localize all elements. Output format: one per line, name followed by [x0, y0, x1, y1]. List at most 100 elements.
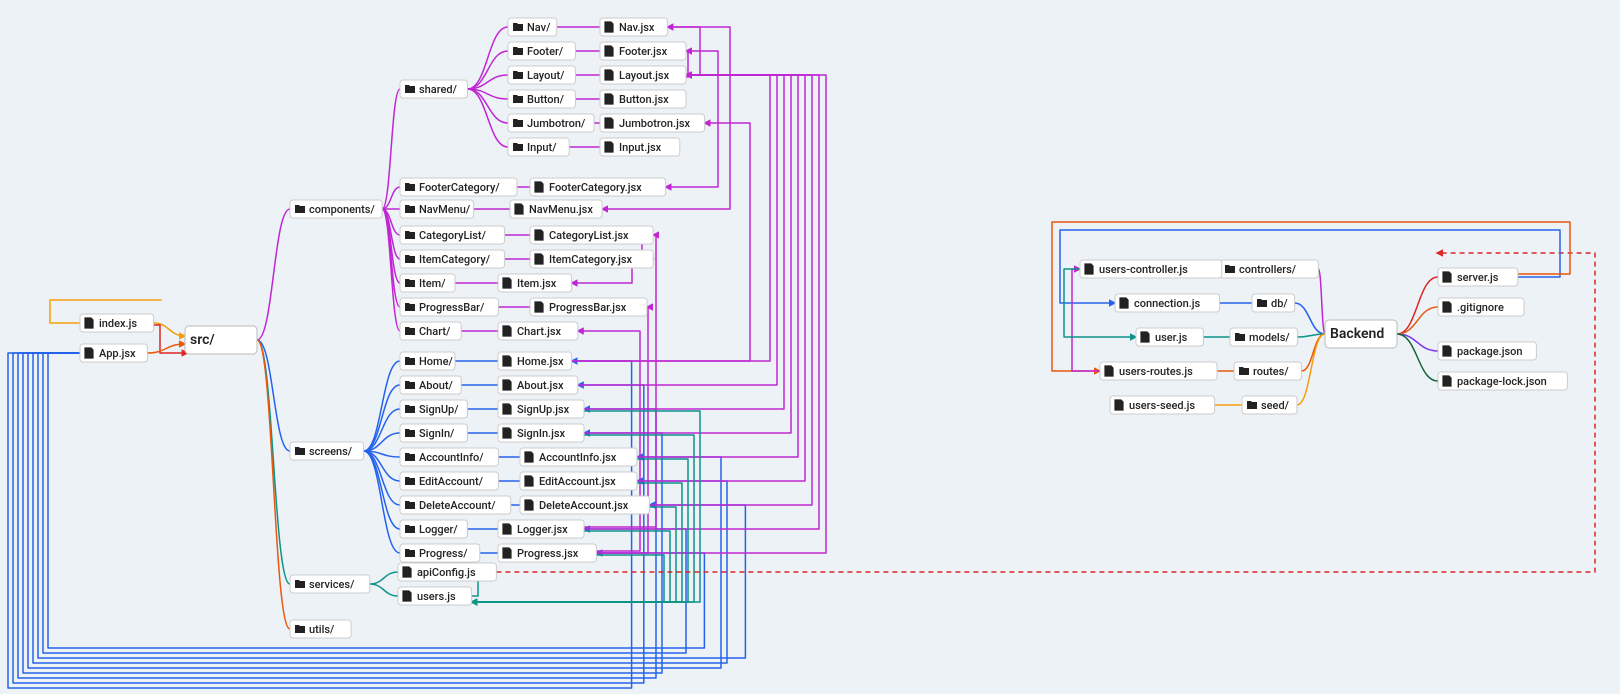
- node-navmenu: NavMenu/: [400, 200, 474, 218]
- file-icon: [535, 254, 543, 264]
- node-progressjsx: Progress.jsx: [498, 544, 596, 562]
- folder-icon: [513, 71, 523, 79]
- file-icon: [1085, 264, 1093, 274]
- node-button: Button/: [508, 90, 575, 108]
- node-chartjsx: Chart.jsx: [498, 322, 578, 340]
- file-icon: [1443, 346, 1451, 356]
- node-itemjsx: Item.jsx: [498, 274, 572, 292]
- folder-icon: [405, 327, 415, 335]
- node-button-label: Button/: [527, 93, 565, 106]
- file-icon: [503, 356, 511, 366]
- node-about: About/: [400, 376, 461, 394]
- node-usersjs-label: users.js: [417, 590, 456, 603]
- file-icon: [403, 591, 411, 601]
- node-seed-label: seed/: [1261, 399, 1290, 412]
- node-usersjs: users.js: [398, 587, 472, 605]
- file-icon: [605, 142, 613, 152]
- node-appjsx: App.jsx: [80, 344, 147, 362]
- folder-icon: [405, 405, 415, 413]
- folder-icon: [295, 205, 305, 213]
- file-icon: [403, 567, 411, 577]
- node-categorylist: CategoryList/: [400, 226, 505, 244]
- node-deleteaccount: DeleteAccount/: [400, 496, 511, 514]
- file-icon: [85, 348, 93, 358]
- folder-icon: [405, 381, 415, 389]
- folder-icon: [405, 525, 415, 533]
- folder-icon: [295, 580, 305, 588]
- node-footer: Footer/: [508, 42, 575, 60]
- file-icon: [1443, 376, 1451, 386]
- file-icon: [605, 70, 613, 80]
- node-packagejson: package.json: [1438, 342, 1536, 360]
- node-indexjs: index.js: [80, 314, 154, 332]
- node-chartjsx-label: Chart.jsx: [517, 325, 562, 338]
- folder-icon: [405, 429, 415, 437]
- node-seed: seed/: [1242, 396, 1297, 414]
- file-icon: [503, 428, 511, 438]
- node-layout: Layout/: [508, 66, 575, 84]
- node-services: services/: [290, 575, 370, 593]
- file-icon: [525, 452, 533, 462]
- file-icon: [503, 380, 511, 390]
- node-serverjs: server.js: [1438, 268, 1518, 286]
- node-serverjs-label: server.js: [1457, 271, 1499, 284]
- node-editaccount: EditAccount/: [400, 472, 498, 490]
- file-icon: [535, 302, 543, 312]
- node-backend-root: Backend: [1325, 320, 1397, 348]
- folder-icon: [405, 549, 415, 557]
- node-progressjsx-label: Progress.jsx: [517, 547, 579, 560]
- node-navjsx: Nav.jsx: [600, 18, 667, 36]
- node-usersseed: users-seed.js: [1110, 396, 1215, 414]
- node-components: components/: [290, 200, 382, 218]
- file-icon: [503, 326, 511, 336]
- node-deleteaccountjsx-label: DeleteAccount.jsx: [539, 499, 629, 512]
- node-chart: Chart/: [400, 322, 461, 340]
- node-home-label: Home/: [419, 355, 454, 368]
- file-icon: [503, 278, 511, 288]
- node-itemcategory-label: ItemCategory/: [419, 253, 491, 266]
- node-apiconfig-label: apiConfig.js: [417, 566, 476, 579]
- node-footercategoryjsx: FooterCategory.jsx: [530, 178, 666, 196]
- node-loggerjsx: Logger.jsx: [498, 520, 584, 538]
- node-services-label: services/: [309, 578, 355, 591]
- node-backend-root-label: Backend: [1330, 326, 1384, 342]
- file-icon: [515, 204, 523, 214]
- node-signinjsx-label: SignIn.jsx: [517, 427, 566, 440]
- node-screens-label: screens/: [309, 445, 353, 458]
- folder-icon: [405, 231, 415, 239]
- folder-icon: [513, 143, 523, 151]
- folder-icon: [405, 357, 415, 365]
- node-shared-label: shared/: [419, 83, 458, 96]
- node-logger-label: Logger/: [419, 523, 458, 536]
- node-progressbarjsx-label: ProgressBar.jsx: [549, 301, 627, 314]
- node-jumbotron-label: Jumbotron/: [527, 117, 586, 130]
- folder-icon: [1257, 299, 1267, 307]
- node-accountinfojsx: AccountInfo.jsx: [520, 448, 637, 466]
- node-jumbotronjsx: Jumbotron.jsx: [600, 114, 705, 132]
- folder-icon: [513, 119, 523, 127]
- node-layout-label: Layout/: [527, 69, 565, 82]
- node-progressbar: ProgressBar/: [400, 298, 498, 316]
- node-nav: Nav/: [508, 18, 557, 36]
- node-aboutjsx: About.jsx: [498, 376, 578, 394]
- node-controllers-label: controllers/: [1239, 263, 1297, 276]
- node-footerjsx-label: Footer.jsx: [619, 45, 668, 58]
- node-connection-label: connection.js: [1134, 297, 1201, 310]
- node-routes-label: routes/: [1253, 365, 1289, 378]
- file-icon: [85, 318, 93, 328]
- folder-icon: [295, 447, 305, 455]
- folder-icon: [513, 47, 523, 55]
- node-aboutjsx-label: About.jsx: [517, 379, 564, 392]
- folder-icon: [405, 183, 415, 191]
- node-signup-label: SignUp/: [419, 403, 459, 416]
- node-itemcategoryjsx-label: ItemCategory.jsx: [549, 253, 633, 266]
- node-deleteaccount-label: DeleteAccount/: [419, 499, 496, 512]
- node-categorylist-label: CategoryList/: [419, 229, 487, 242]
- node-input: Input/: [508, 138, 569, 156]
- file-icon: [605, 46, 613, 56]
- file-icon: [1115, 400, 1123, 410]
- folder-icon: [405, 303, 415, 311]
- folder-icon: [405, 255, 415, 263]
- folder-icon: [1247, 401, 1257, 409]
- node-footercategory-label: FooterCategory/: [419, 181, 500, 194]
